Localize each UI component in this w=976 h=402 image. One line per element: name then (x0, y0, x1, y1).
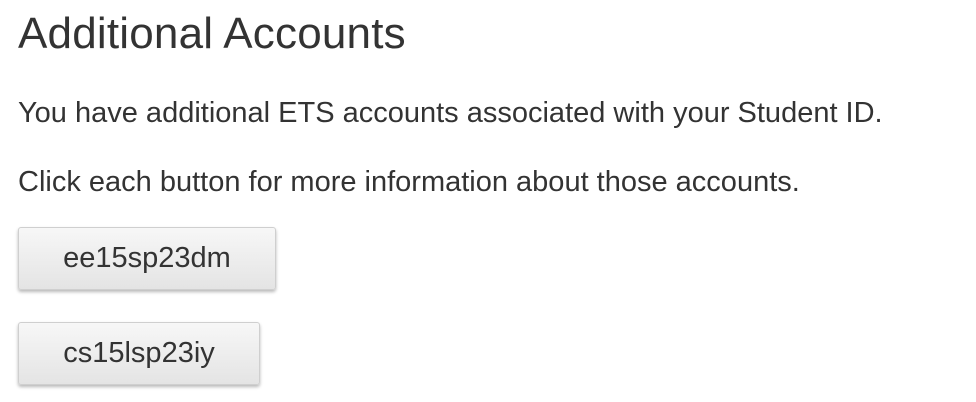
account-button-cs15lsp23iy[interactable]: cs15lsp23iy (18, 322, 260, 385)
page-title: Additional Accounts (18, 9, 406, 58)
account-button-ee15sp23dm[interactable]: ee15sp23dm (18, 227, 276, 290)
instruction-text: Click each button for more information a… (18, 166, 800, 198)
intro-text: You have additional ETS accounts associa… (18, 97, 883, 129)
